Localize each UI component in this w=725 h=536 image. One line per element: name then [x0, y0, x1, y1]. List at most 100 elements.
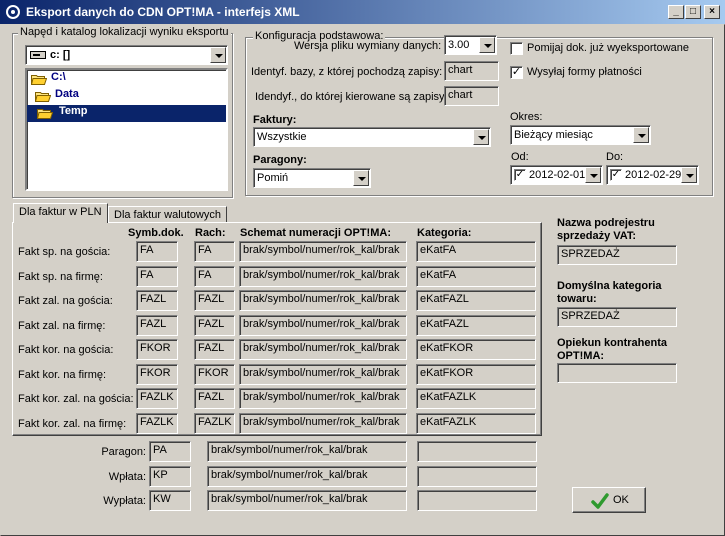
symb-field[interactable]: FA	[136, 241, 178, 262]
symb-field[interactable]: FAZLK	[136, 388, 178, 409]
kategoria-field[interactable]: eKatFAZL	[416, 314, 536, 336]
category-field[interactable]: SPRZEDAŻ	[557, 307, 677, 327]
bottom-row-label: Paragon:	[101, 446, 146, 458]
schemat-field[interactable]: brak/symbol/numer/rok_kal/brak	[239, 314, 407, 336]
kategoria-field[interactable]: eKatFKOR	[416, 339, 536, 360]
db-from-field[interactable]: chart	[444, 61, 499, 81]
tree-item-data[interactable]: Data	[33, 88, 79, 105]
row-label: Fakt kor. na firmę:	[18, 368, 107, 381]
row-label: Fakt zal. na gościa:	[18, 295, 113, 307]
close-icon: ×	[709, 6, 715, 17]
kategoria-field[interactable]: eKatFAZLK	[416, 412, 536, 434]
do-value: 2012-02-29	[625, 169, 682, 181]
okres-value: Bieżący miesiąc	[514, 129, 593, 141]
schemat-field[interactable]: brak/symbol/numer/rok_kal/brak	[207, 490, 407, 511]
kategoria-field[interactable]: eKatFA	[416, 241, 536, 262]
kategoria-field[interactable]: eKatFAZL	[416, 290, 536, 311]
kategoria-field[interactable]	[417, 490, 537, 511]
paragony-label: Paragony:	[253, 154, 307, 166]
symb-field[interactable]: FKOR	[136, 339, 178, 360]
schemat-field[interactable]: brak/symbol/numer/rok_kal/brak	[207, 465, 407, 487]
vat-label: Nazwa podrejestru sprzedaży VAT:	[557, 217, 655, 242]
do-checkbox[interactable]: ✓	[610, 169, 622, 181]
kategoria-field[interactable]: eKatFAZLK	[416, 388, 536, 409]
app-icon	[6, 5, 20, 19]
rach-field[interactable]: FKOR	[194, 363, 235, 385]
skip-exported-checkbox[interactable]	[510, 42, 523, 55]
close-button[interactable]: ×	[704, 5, 720, 19]
schemat-field[interactable]: brak/symbol/numer/rok_kal/brak	[239, 290, 407, 311]
schemat-field[interactable]: brak/symbol/numer/rok_kal/brak	[207, 441, 407, 462]
window-title: Eksport danych do CDN OPT!MA - interfejs…	[26, 5, 300, 19]
minimize-icon: _	[673, 6, 679, 17]
chevron-down-icon[interactable]	[585, 167, 601, 183]
rach-field[interactable]: FAZL	[194, 388, 235, 409]
kategoria-field[interactable]	[417, 465, 537, 487]
maximize-button[interactable]: □	[685, 5, 701, 19]
drive-group-title: Napęd i katalog lokalizacji wyniku ekspo…	[18, 26, 231, 38]
header-schemat: Schemat numeracji OPT!MA:	[240, 227, 391, 239]
schemat-field[interactable]: brak/symbol/numer/rok_kal/brak	[239, 265, 407, 287]
od-checkbox[interactable]: ✓	[514, 169, 526, 181]
version-label: Wersja pliku wymiany danych:	[294, 40, 442, 52]
kategoria-field[interactable]: eKatFKOR	[416, 363, 536, 385]
symb-field[interactable]: PA	[149, 441, 191, 462]
opiekun-field[interactable]	[557, 363, 677, 383]
faktury-label: Faktury:	[253, 114, 297, 126]
rach-field[interactable]: FA	[194, 241, 235, 262]
tree-item-label: Temp	[59, 105, 88, 117]
symb-field[interactable]: FA	[136, 265, 178, 287]
minimize-button[interactable]: _	[668, 5, 684, 19]
schemat-field[interactable]: brak/symbol/numer/rok_kal/brak	[239, 388, 407, 409]
chevron-down-icon[interactable]	[681, 167, 697, 183]
symb-field[interactable]: FAZL	[136, 314, 178, 336]
drive-select[interactable]: c: []	[25, 45, 228, 65]
version-select[interactable]: 3.00	[444, 35, 497, 55]
okres-select[interactable]: Bieżący miesiąc	[510, 125, 651, 145]
schemat-field[interactable]: brak/symbol/numer/rok_kal/brak	[239, 241, 407, 262]
tree-item-root[interactable]: C:\	[29, 71, 66, 88]
faktury-select[interactable]: Wszystkie	[253, 127, 491, 147]
tree-item-label: Data	[55, 88, 79, 100]
opiekun-label: Opiekun kontrahenta OPT!MA:	[557, 337, 668, 362]
rach-field[interactable]: FA	[194, 265, 235, 287]
tree-item-label: C:\	[51, 71, 66, 83]
paragony-value: Pomiń	[257, 172, 289, 184]
row-label: Fakt kor. na gościa:	[18, 344, 114, 356]
rach-field[interactable]: FAZL	[194, 314, 235, 336]
vat-field[interactable]: SPRZEDAŻ	[557, 245, 677, 265]
chevron-down-icon[interactable]	[633, 127, 649, 143]
kategoria-field[interactable]	[417, 441, 537, 462]
paragony-select[interactable]: Pomiń	[253, 168, 371, 188]
send-payment-checkbox[interactable]: ✓	[510, 66, 523, 79]
kategoria-field[interactable]: eKatFA	[416, 265, 536, 287]
ok-button[interactable]: OK	[572, 487, 646, 513]
symb-field[interactable]: FAZLK	[136, 412, 178, 434]
okres-label: Okres:	[510, 111, 543, 123]
chevron-down-icon[interactable]	[473, 129, 489, 145]
symb-field[interactable]: FKOR	[136, 363, 178, 385]
folder-tree[interactable]: C:\ Data Temp	[25, 68, 228, 191]
folder-open-icon	[37, 109, 53, 119]
chevron-down-icon[interactable]	[479, 37, 495, 53]
schemat-field[interactable]: brak/symbol/numer/rok_kal/brak	[239, 412, 407, 434]
chevron-down-icon[interactable]	[353, 170, 369, 186]
symb-field[interactable]: KW	[149, 490, 191, 511]
schemat-field[interactable]: brak/symbol/numer/rok_kal/brak	[239, 339, 407, 360]
rach-field[interactable]: FAZLK	[194, 412, 235, 434]
bottom-row-label: Wpłata:	[108, 470, 146, 483]
header-kategoria: Kategoria:	[417, 227, 472, 239]
faktury-value: Wszystkie	[257, 131, 307, 143]
tree-item-temp[interactable]: Temp	[27, 105, 226, 122]
schemat-field[interactable]: brak/symbol/numer/rok_kal/brak	[239, 363, 407, 385]
tab-pln[interactable]: Dla faktur w PLN	[13, 203, 108, 223]
rach-field[interactable]: FAZL	[194, 290, 235, 311]
symb-field[interactable]: FAZL	[136, 290, 178, 311]
tab-walutowe[interactable]: Dla faktur walutowych	[108, 206, 227, 223]
symb-field[interactable]: KP	[149, 465, 191, 487]
do-date-picker[interactable]: ✓ 2012-02-29	[606, 165, 699, 185]
rach-field[interactable]: FAZL	[194, 339, 235, 360]
chevron-down-icon[interactable]	[210, 47, 226, 63]
db-to-field[interactable]: chart	[444, 86, 499, 106]
od-date-picker[interactable]: ✓ 2012-02-01	[510, 165, 603, 185]
